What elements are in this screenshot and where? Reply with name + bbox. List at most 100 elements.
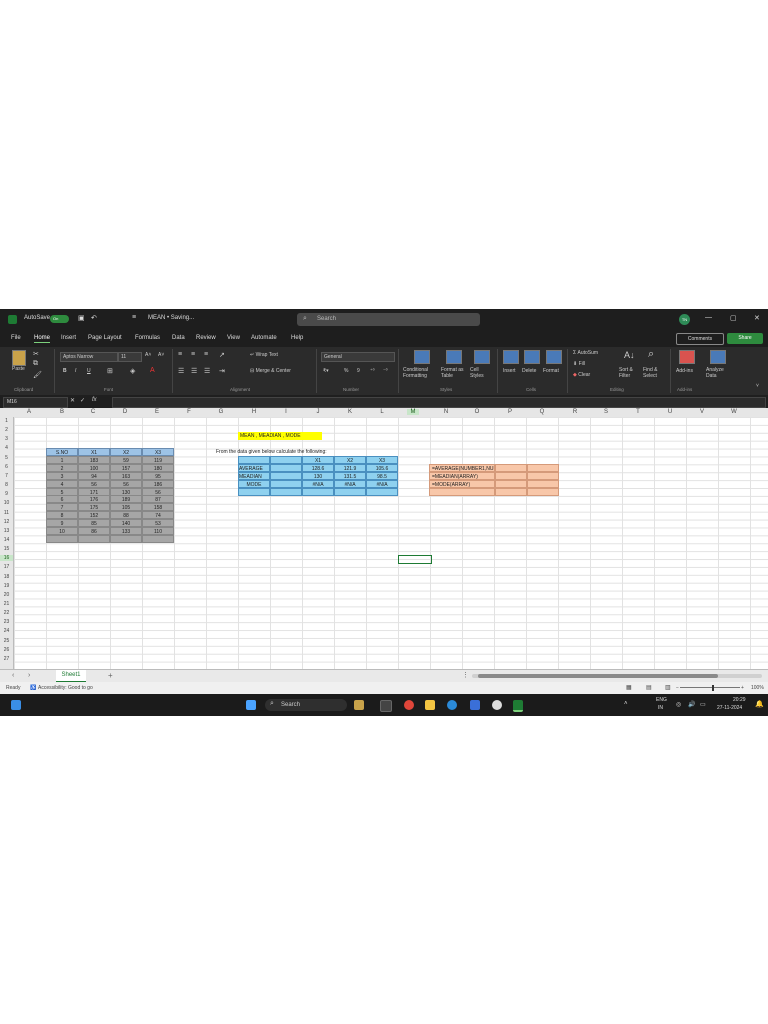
enter-icon[interactable]: ✓	[80, 397, 85, 404]
row-header-19[interactable]: 19	[0, 583, 13, 589]
delete-cells-icon[interactable]	[524, 350, 540, 364]
table-cell[interactable]: 2	[46, 463, 78, 472]
align-bottom-icon[interactable]: ≡	[204, 351, 208, 358]
table-cell[interactable]: 88	[110, 511, 142, 520]
document-title[interactable]: MEAN • Saving...	[148, 315, 194, 321]
column-header-u[interactable]: U	[664, 409, 676, 415]
formula-hint-empty[interactable]	[527, 487, 559, 496]
align-left-icon[interactable]: ☰	[178, 367, 184, 375]
table-cell[interactable]: 53	[142, 519, 174, 528]
customize-toolbar-icon[interactable]: ≡	[132, 314, 136, 321]
save-icon[interactable]: ▣	[78, 314, 85, 322]
formula-hint-cell[interactable]: =AVERAGE(NUMBER1,NUMBER2)	[429, 464, 495, 472]
table-cell[interactable]: 158	[142, 503, 174, 512]
row-header-2[interactable]: 2	[0, 427, 13, 433]
normal-view-icon[interactable]: ▦	[626, 684, 632, 691]
formula-hint-empty[interactable]	[495, 479, 527, 488]
results-empty-cell[interactable]	[238, 487, 270, 496]
tray-overflow-icon[interactable]: ˄	[624, 701, 628, 707]
column-header-j[interactable]: J	[312, 409, 324, 415]
borders-icon[interactable]: ⊞	[107, 367, 113, 375]
table-cell[interactable]: 140	[110, 519, 142, 528]
column-header-r[interactable]: R	[569, 409, 581, 415]
sort-filter-label[interactable]: Sort & Filter	[619, 367, 643, 379]
results-value-cell[interactable]: 128.6	[302, 463, 334, 472]
formula-hint-empty[interactable]	[495, 487, 527, 496]
column-header-c[interactable]: C	[87, 409, 99, 415]
results-value-cell[interactable]: 131.5	[334, 471, 366, 480]
align-right-icon[interactable]: ☰	[204, 367, 210, 375]
table-cell[interactable]: 110	[142, 527, 174, 535]
table-cell[interactable]: 119	[142, 455, 174, 464]
language-indicator[interactable]: ENG	[656, 697, 667, 703]
results-row-label[interactable]: AVERAGE	[238, 463, 270, 472]
font-size-select[interactable]: 11	[118, 352, 142, 362]
results-value-cell[interactable]: #N/A	[334, 479, 366, 488]
table-cell[interactable]: 56	[142, 487, 174, 496]
widgets-icon[interactable]	[11, 700, 21, 710]
zoom-slider[interactable]	[680, 687, 740, 688]
tab-data[interactable]: Data	[172, 335, 185, 341]
merge-center-button[interactable]: ⊟ Merge & Center	[250, 368, 291, 374]
minimize-button[interactable]: —	[705, 314, 712, 321]
results-value-cell[interactable]: #N/A	[366, 479, 398, 488]
share-button[interactable]: Share	[727, 333, 763, 344]
results-empty-cell[interactable]	[270, 471, 302, 480]
notifications-icon[interactable]: 🔔	[755, 700, 764, 708]
table-cell[interactable]: 171	[78, 487, 110, 496]
comma-icon[interactable]: 9	[357, 368, 360, 374]
fill-button[interactable]: ⬇ Fill	[573, 361, 585, 367]
table-cell[interactable]: 180	[142, 463, 174, 472]
user-avatar[interactable]: TN	[679, 314, 690, 325]
column-header-l[interactable]: L	[376, 409, 388, 415]
row-header-9[interactable]: 9	[0, 491, 13, 497]
row-header-20[interactable]: 20	[0, 592, 13, 598]
table-cell[interactable]: 5	[46, 487, 78, 496]
align-middle-icon[interactable]: ≡	[191, 351, 195, 358]
table-cell[interactable]: 3	[46, 471, 78, 480]
row-header-26[interactable]: 26	[0, 647, 13, 653]
row-header-23[interactable]: 23	[0, 619, 13, 625]
results-empty-cell[interactable]	[334, 487, 366, 496]
table-cell[interactable]: 56	[78, 479, 110, 488]
formula-hint-empty[interactable]	[527, 471, 559, 480]
percent-icon[interactable]: %	[344, 368, 348, 374]
row-header-15[interactable]: 15	[0, 546, 13, 552]
clock-time[interactable]: 20:29	[733, 697, 746, 703]
edge-icon[interactable]	[447, 700, 457, 710]
row-header-16[interactable]: 16	[0, 555, 13, 562]
font-name-select[interactable]: Aptos Narrow	[60, 352, 118, 362]
cancel-icon[interactable]: ✕	[70, 397, 75, 404]
table-cell[interactable]: 183	[78, 455, 110, 464]
table-cell[interactable]: 8	[46, 511, 78, 520]
row-header-3[interactable]: 3	[0, 436, 13, 442]
search-box[interactable]: ⌕ Search	[297, 313, 480, 326]
column-header-t[interactable]: T	[632, 409, 644, 415]
align-top-icon[interactable]: ≡	[178, 351, 182, 358]
scrollbar-thumb[interactable]	[478, 674, 718, 678]
excel-taskbar-icon[interactable]	[513, 700, 523, 712]
column-header-s[interactable]: S	[600, 409, 612, 415]
find-select-label[interactable]: Find & Select	[643, 367, 667, 379]
page-break-view-icon[interactable]: ▥	[665, 684, 671, 691]
formula-hint-cell[interactable]	[429, 487, 495, 496]
formula-hint-empty[interactable]	[527, 464, 559, 472]
results-empty-cell[interactable]	[302, 487, 334, 496]
decrease-decimal-icon[interactable]: ⁻⁰	[383, 368, 388, 374]
analyze-data-icon[interactable]	[710, 350, 726, 364]
insert-cells-icon[interactable]	[503, 350, 519, 364]
format-cells-icon[interactable]	[546, 350, 562, 364]
align-center-icon[interactable]: ☰	[191, 367, 197, 375]
zoom-out-icon[interactable]: −	[676, 685, 679, 691]
tab-help[interactable]: Help	[291, 335, 303, 341]
underline-icon[interactable]: U	[87, 368, 91, 374]
column-header-f[interactable]: F	[183, 409, 195, 415]
cut-icon[interactable]: ✂	[33, 350, 39, 358]
app-icon[interactable]	[492, 700, 502, 710]
increase-decimal-icon[interactable]: ⁺⁰	[370, 368, 375, 374]
table-cell[interactable]: 85	[78, 519, 110, 528]
row-header-22[interactable]: 22	[0, 610, 13, 616]
results-header-cell[interactable]: X2	[334, 456, 366, 464]
formula-hint-empty[interactable]	[495, 471, 527, 480]
column-header-n[interactable]: N	[440, 409, 452, 415]
